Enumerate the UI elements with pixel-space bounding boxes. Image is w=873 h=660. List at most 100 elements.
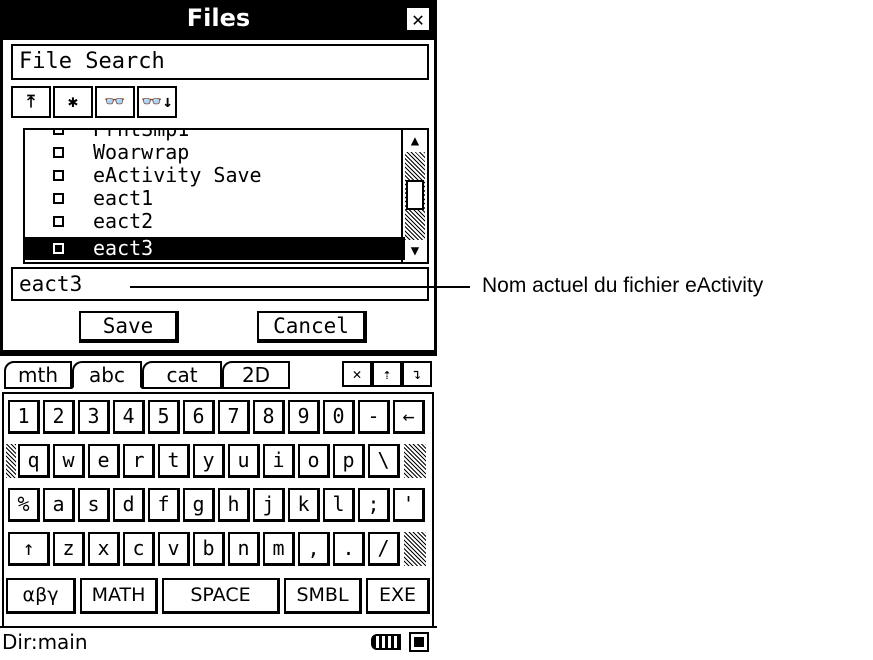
key[interactable]: v [158,532,190,566]
key[interactable]: z [53,532,85,566]
key[interactable]: l [323,488,355,522]
key[interactable]: 6 [183,400,215,434]
key[interactable]: 7 [218,400,250,434]
key[interactable]: 5 [148,400,180,434]
close-icon[interactable]: ✕ [342,361,372,387]
key-spacer [6,444,16,478]
key[interactable]: 8 [253,400,285,434]
key[interactable]: / [368,532,400,566]
file-name-field[interactable]: eact3 [11,267,429,301]
tab-cat[interactable]: cat [142,361,222,389]
file-name: eActivity Save [93,163,262,187]
key[interactable]: - [358,400,390,434]
checkbox[interactable] [53,193,64,204]
cancel-button[interactable]: Cancel [257,311,367,343]
key[interactable]: y [193,444,225,478]
space-key[interactable]: SPACE [162,578,280,614]
key[interactable]: u [228,444,260,478]
keyboard: 1 2 3 4 5 6 7 8 9 0 - ← q w e r t y u i … [2,392,434,628]
key[interactable]: e [88,444,120,478]
search-next-icon[interactable]: 👓↓ [137,86,177,118]
checkbox[interactable] [53,243,64,254]
checkbox[interactable] [53,216,64,227]
memory-icon[interactable] [409,632,429,652]
key[interactable]: a [43,488,75,522]
list-item[interactable]: eact2 [25,210,405,233]
key-spacer [404,532,426,566]
list-item[interactable]: eact1 [25,187,405,210]
arrow-enter-icon[interactable]: ↴ [402,361,432,387]
search-icon[interactable]: 👓 [95,86,135,118]
key-row-bottom: αβγ MATH SPACE SMBL EXE [4,578,434,622]
exe-key[interactable]: EXE [366,578,430,614]
file-name: eact1 [93,186,154,210]
list-item-selected[interactable]: eact3 [25,237,405,260]
key[interactable]: w [53,444,85,478]
key[interactable]: o [298,444,330,478]
window-title: Files [186,4,251,32]
checkbox[interactable] [53,147,64,158]
key[interactable]: s [78,488,110,522]
key[interactable]: . [333,532,365,566]
key[interactable]: 0 [323,400,355,434]
keyboard-tabs: mth abc cat 2D ✕ ⇡ ↴ [4,361,434,391]
folder-up-icon[interactable]: ⤒ [11,86,51,118]
scroll-track[interactable] [405,152,425,240]
scroll-thumb[interactable] [406,180,424,210]
key[interactable]: m [263,532,295,566]
key[interactable]: 2 [43,400,75,434]
key[interactable]: 4 [113,400,145,434]
key-row-3: % a s d f g h j k l ; ' [4,482,434,526]
scrollbar[interactable]: ▲ ▼ [401,130,427,262]
scroll-up-icon[interactable]: ▲ [403,130,427,152]
tab-abc[interactable]: abc [72,361,142,389]
key[interactable]: b [193,532,225,566]
tab-mth[interactable]: mth [4,361,72,389]
key[interactable]: f [148,488,180,522]
key[interactable]: r [123,444,155,478]
file-list[interactable]: PrntSmp1 Woarwrap eActivity Save eact1 e… [23,128,429,264]
key[interactable]: d [113,488,145,522]
key[interactable]: g [183,488,215,522]
key[interactable]: 1 [8,400,40,434]
key[interactable]: % [8,488,40,522]
divider [0,350,437,356]
key[interactable]: t [158,444,190,478]
symbol-key[interactable]: SMBL [284,578,362,614]
key[interactable]: ' [393,488,425,522]
greek-key[interactable]: αβγ [6,578,76,614]
key-row-2: q w e r t y u i o p \ [4,438,434,482]
key-row-1: 1 2 3 4 5 6 7 8 9 0 - ← [4,394,434,438]
backspace-key[interactable]: ← [393,400,425,434]
new-folder-icon[interactable]: ✱ [53,86,93,118]
key[interactable]: p [333,444,365,478]
tab-2d[interactable]: 2D [222,361,290,389]
key[interactable]: k [288,488,320,522]
key[interactable]: 3 [78,400,110,434]
list-item[interactable]: Woarwrap [25,141,405,164]
file-search-box[interactable]: File Search [11,44,429,80]
list-item[interactable]: eActivity Save [25,164,405,187]
file-name: eact2 [93,209,154,233]
callout-label: Nom actuel du fichier eActivity [482,274,764,297]
checkbox[interactable] [53,130,64,135]
key[interactable]: , [298,532,330,566]
list-item[interactable]: PrntSmp1 [25,130,405,141]
key[interactable]: n [228,532,260,566]
key[interactable]: 9 [288,400,320,434]
close-icon[interactable]: ✕ [405,6,431,32]
key[interactable]: q [18,444,50,478]
arrow-up-icon[interactable]: ⇡ [372,361,402,387]
math-key[interactable]: MATH [80,578,158,614]
shift-key[interactable]: ↑ [8,532,50,566]
key[interactable]: i [263,444,295,478]
checkbox[interactable] [53,170,64,181]
key[interactable]: ; [358,488,390,522]
scroll-down-icon[interactable]: ▼ [403,240,427,262]
key[interactable]: c [123,532,155,566]
key[interactable]: x [88,532,120,566]
key[interactable]: \ [368,444,400,478]
save-button[interactable]: Save [79,311,179,343]
key[interactable]: h [218,488,250,522]
key[interactable]: j [253,488,285,522]
